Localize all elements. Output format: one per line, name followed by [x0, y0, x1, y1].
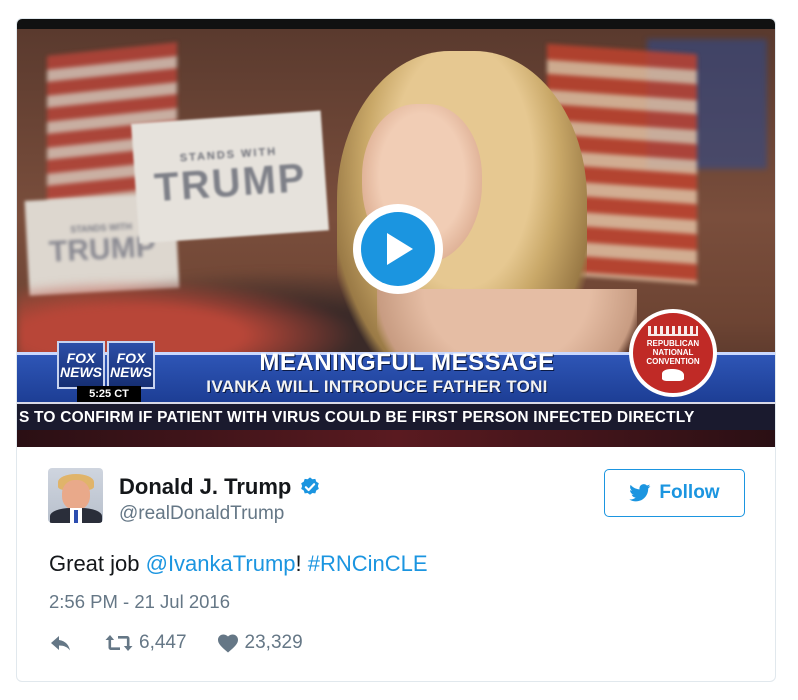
ticker-underbar — [17, 430, 775, 447]
mention-link[interactable]: @IvankaTrump — [146, 551, 296, 576]
seal-text: REPUBLICAN NATIONAL CONVENTION — [646, 338, 700, 366]
video-player[interactable]: STANDS WITH TRUMP STANDS WITH TRUMP FOX … — [17, 19, 775, 447]
chyron-headline: MEANINGFUL MESSAGE — [259, 349, 555, 376]
reply-button[interactable] — [49, 633, 73, 653]
author-name-row[interactable]: Donald J. Trump — [119, 474, 321, 500]
follow-button[interactable]: Follow — [604, 469, 745, 517]
retweet-button[interactable]: 6,447 — [105, 632, 187, 654]
tweet-text: Great job @IvankaTrump! #RNCinCLE — [49, 551, 428, 577]
play-button[interactable] — [353, 204, 443, 294]
hashtag-link[interactable]: #RNCinCLE — [308, 551, 428, 576]
follow-button-label: Follow — [659, 482, 720, 503]
tweet-text-prefix: Great job — [49, 551, 146, 576]
crowd-sign-big: STANDS WITH TRUMP — [131, 110, 329, 244]
news-ticker: S TO CONFIRM IF PATIENT WITH VIRUS COULD… — [17, 402, 775, 430]
tweet-text-middle: ! — [295, 551, 308, 576]
network-logo: FOX NEWS FOX NEWS — [57, 341, 157, 389]
author-handle[interactable]: @realDonaldTrump — [119, 503, 284, 525]
retweet-count: 6,447 — [139, 632, 187, 653]
like-count: 23,329 — [244, 632, 303, 653]
fox-news-logo: FOX NEWS — [57, 341, 105, 389]
verified-badge-icon — [301, 477, 320, 495]
retweet-icon — [105, 635, 133, 651]
twitter-bird-icon — [629, 484, 651, 502]
author-display-name[interactable]: Donald J. Trump — [119, 474, 291, 500]
tweet-timestamp[interactable]: 2:56 PM - 21 Jul 2016 — [49, 591, 230, 613]
avatar[interactable] — [48, 468, 103, 523]
reply-icon — [51, 636, 70, 651]
broadcast-time: 5:25 CT — [77, 386, 141, 402]
heart-icon — [217, 634, 238, 653]
crowd-sign-big-word: TRUMP — [152, 155, 308, 210]
fox-news-logo: FOX NEWS — [107, 341, 155, 389]
tweet-card: STANDS WITH TRUMP STANDS WITH TRUMP FOX … — [16, 18, 776, 682]
elephant-icon — [662, 368, 684, 381]
play-icon — [361, 212, 435, 286]
like-button[interactable]: 23,329 — [217, 632, 303, 654]
skyline-icon — [648, 325, 698, 336]
chyron-subheadline: IVANKA WILL INTRODUCE FATHER TONI — [206, 377, 548, 396]
tweet-actions: 6,447 23,329 — [49, 630, 303, 656]
rnc-seal: REPUBLICAN NATIONAL CONVENTION — [629, 309, 717, 397]
